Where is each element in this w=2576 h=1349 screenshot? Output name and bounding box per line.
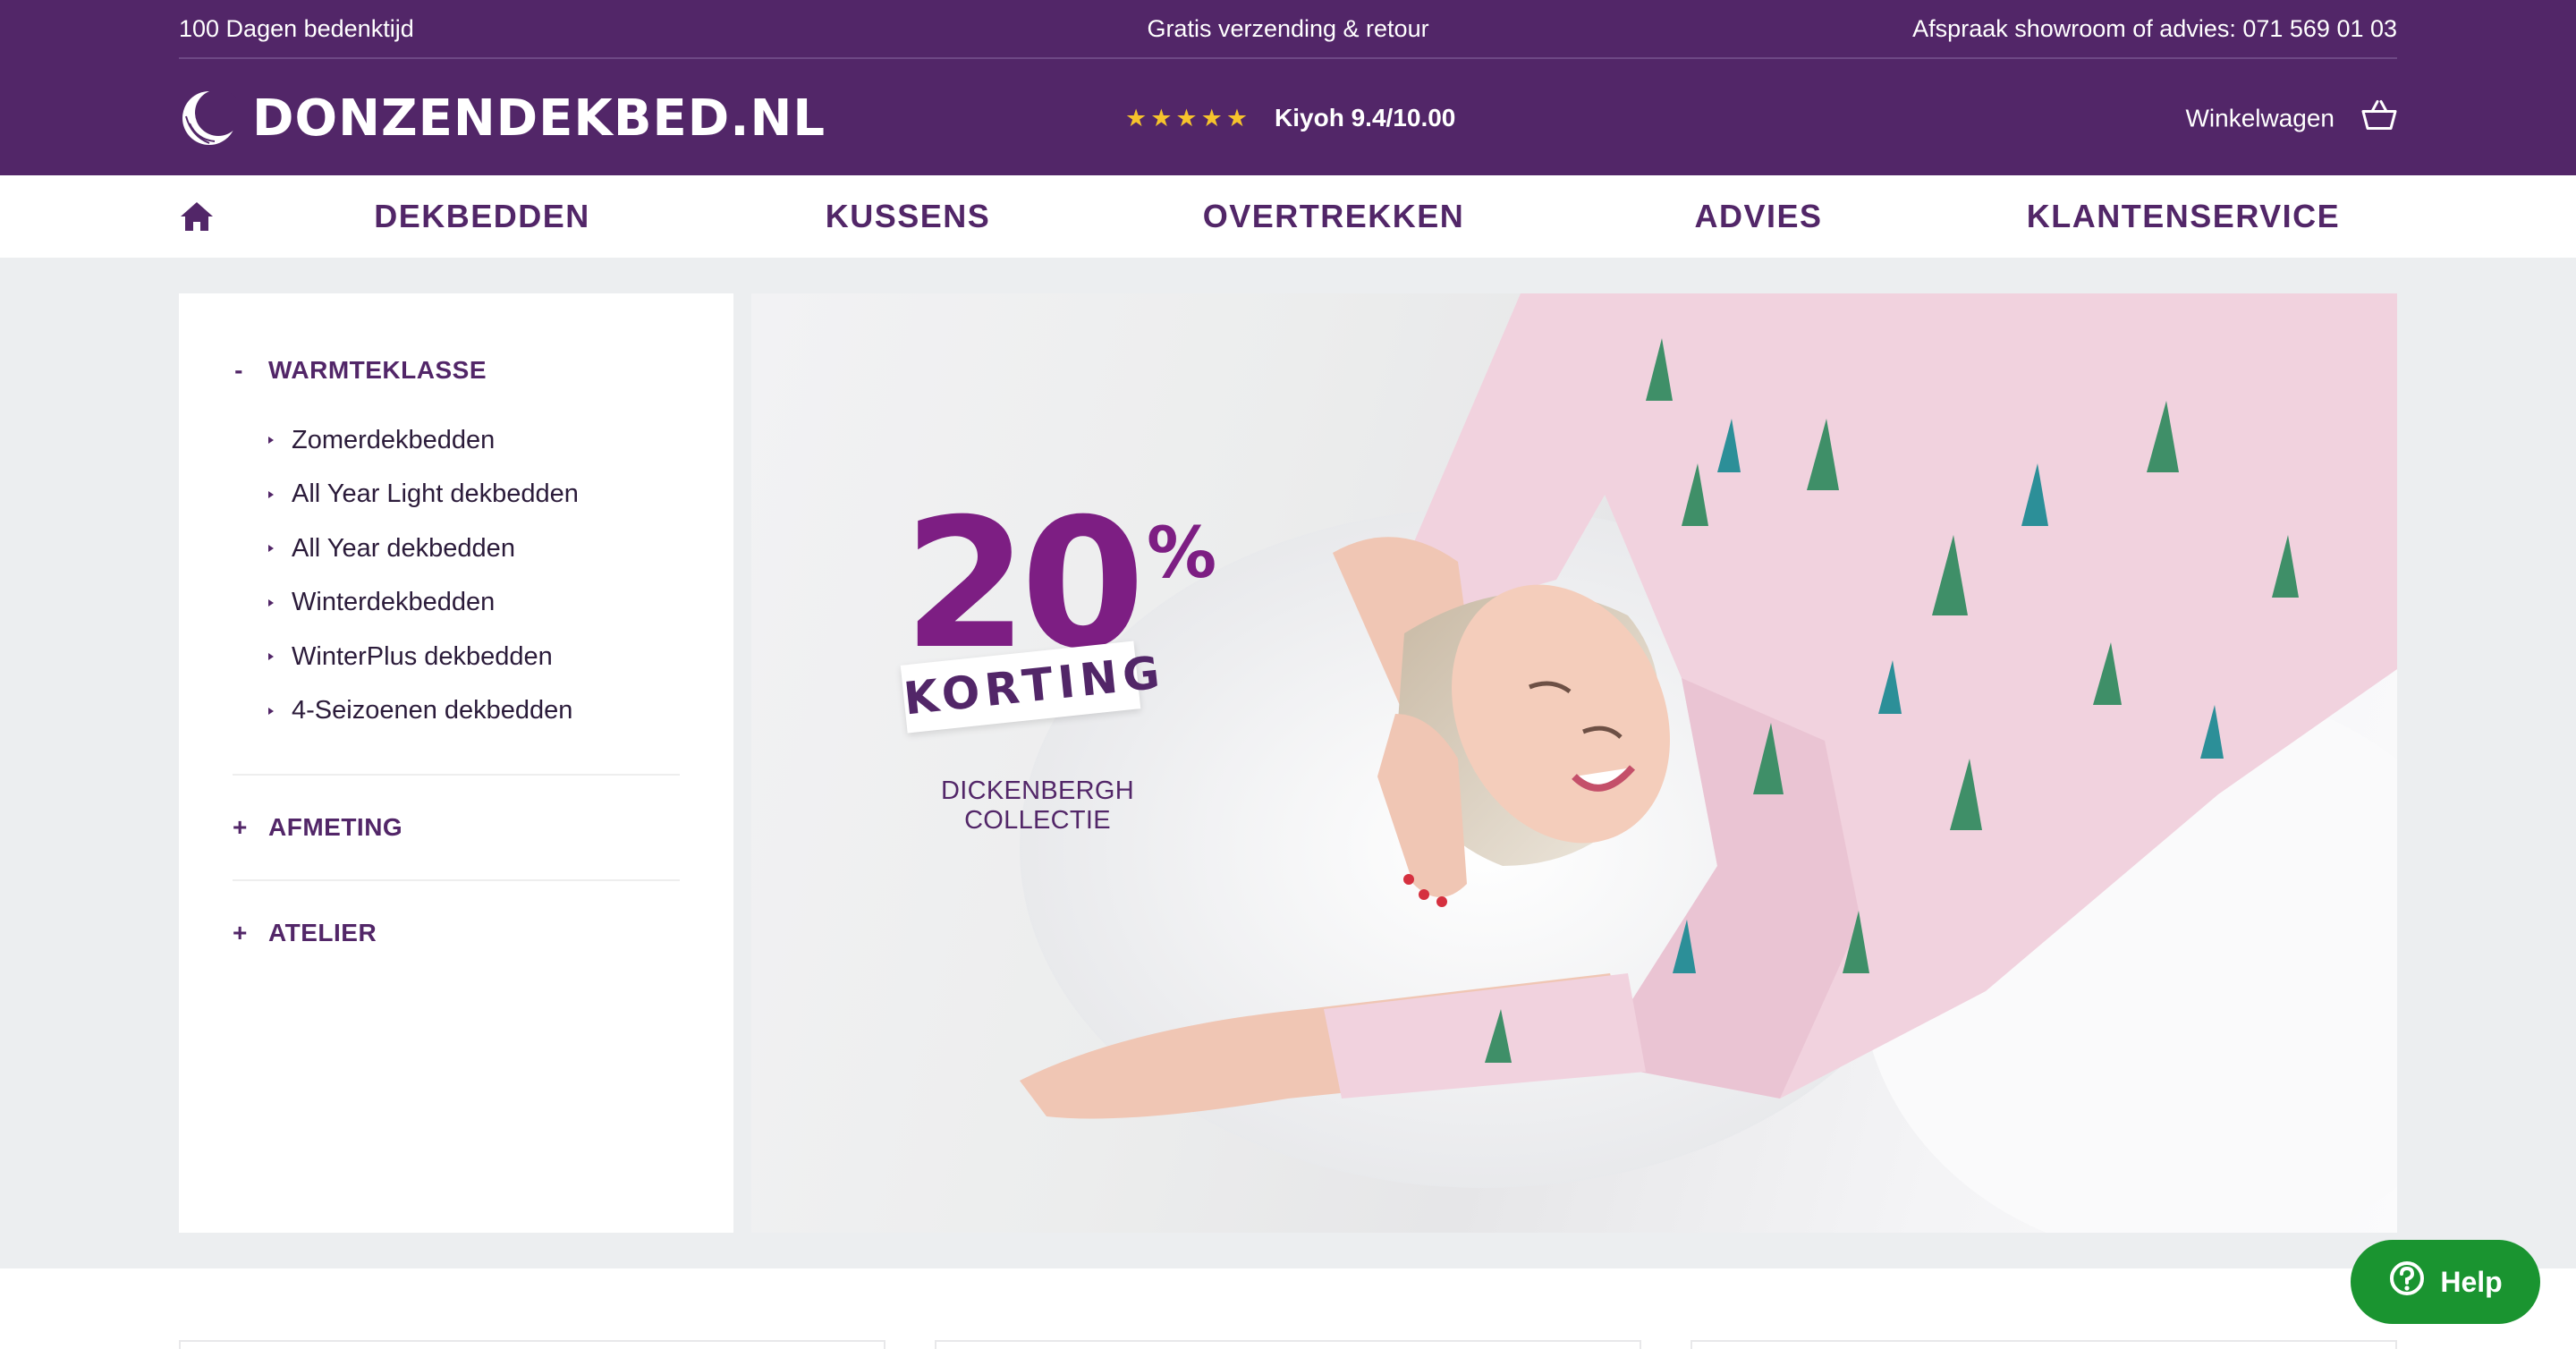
brand-row: DONZENDEKBED.NL ★★★★★ Kiyoh 9.4/10.00 Wi…	[179, 61, 2397, 175]
cart-button[interactable]: Winkelwagen	[2185, 99, 2397, 138]
warmteklasse-list: Zomerdekbedden All Year Light dekbedden …	[233, 413, 680, 738]
question-circle-icon	[2388, 1260, 2426, 1304]
rating-stars: ★★★★★	[1125, 104, 1252, 132]
crescent-moon-icon	[179, 88, 242, 148]
usp-trial-period: 100 Dagen bedenktijd	[179, 14, 414, 42]
filter-sidebar: - WARMTEKLASSE Zomerdekbedden All Year L…	[179, 293, 733, 1233]
list-item[interactable]: All Year Light dekbedden	[268, 468, 680, 522]
cart-label: Winkelwagen	[2185, 104, 2334, 132]
hero-banner[interactable]: 20 % KORTING DICKENBERGH COLLECTIE	[751, 293, 2397, 1233]
promo-percent-sign: %	[1147, 513, 1217, 594]
list-item[interactable]: Winterdekbedden	[268, 576, 680, 631]
usp-showroom-phone[interactable]: Afspraak showroom of advies: 071 569 01 …	[1657, 15, 2397, 43]
hero-photo	[1020, 293, 2397, 1233]
list-item-label: Zomerdekbedden	[292, 425, 496, 454]
expand-sign: +	[233, 919, 248, 946]
list-item-label: All Year dekbedden	[292, 533, 515, 563]
bullet-icon	[268, 545, 274, 553]
divider	[233, 774, 680, 776]
bullet-icon	[268, 490, 274, 498]
list-item-label: WinterPlus dekbedden	[292, 641, 553, 671]
filter-title: WARMTEKLASSE	[268, 356, 487, 384]
bullet-icon	[268, 653, 274, 661]
site-header: 100 Dagen bedenktijd Gratis verzending &…	[0, 0, 2576, 175]
filter-warmteklasse-toggle[interactable]: - WARMTEKLASSE	[233, 356, 680, 385]
nav-klantenservice[interactable]: KLANTENSERVICE	[2027, 175, 2340, 258]
list-item-label: 4-Seizoenen dekbedden	[292, 696, 573, 725]
filter-title: ATELIER	[268, 919, 377, 946]
kiyoh-rating[interactable]: ★★★★★ Kiyoh 9.4/10.00	[1125, 104, 1455, 132]
nav-dekbedden[interactable]: DEKBEDDEN	[374, 175, 590, 258]
list-item[interactable]: WinterPlus dekbedden	[268, 630, 680, 684]
bullet-icon	[268, 707, 274, 715]
basket-icon	[2361, 99, 2397, 138]
product-card[interactable]	[935, 1340, 1641, 1349]
rating-score: Kiyoh 9.4/10.00	[1275, 104, 1456, 132]
product-card[interactable]	[179, 1340, 886, 1349]
list-item[interactable]: All Year dekbedden	[268, 522, 680, 576]
filter-afmeting-toggle[interactable]: + AFMETING	[233, 810, 680, 845]
main-nav: DEKBEDDEN KUSSENS OVERTREKKEN ADVIES KLA…	[0, 175, 2576, 258]
list-item[interactable]: Zomerdekbedden	[268, 413, 680, 468]
usp-free-shipping: Gratis verzending & retour	[1147, 14, 1429, 42]
help-button[interactable]: Help	[2351, 1240, 2540, 1324]
expand-sign: +	[233, 813, 248, 841]
promo-collection-title[interactable]: DICKENBERGH COLLECTIE	[877, 776, 1199, 836]
usp-bar: 100 Dagen bedenktijd Gratis verzending &…	[179, 0, 2397, 59]
home-icon[interactable]	[179, 200, 215, 233]
nav-overtrekken[interactable]: OVERTREKKEN	[1203, 175, 1465, 258]
list-item[interactable]: 4-Seizoenen dekbedden	[268, 684, 680, 739]
collapse-sign: -	[234, 356, 243, 384]
divider	[233, 879, 680, 881]
brand-name: DONZENDEKBED.NL	[252, 89, 826, 148]
nav-advies[interactable]: ADVIES	[1694, 175, 1822, 258]
filter-title: AFMETING	[268, 813, 403, 841]
product-card[interactable]	[1690, 1340, 2397, 1349]
list-item-label: All Year Light dekbedden	[292, 479, 579, 509]
list-item-label: Winterdekbedden	[292, 588, 496, 617]
site-logo[interactable]: DONZENDEKBED.NL	[179, 88, 826, 148]
content-area	[0, 1268, 2576, 1349]
help-label: Help	[2440, 1265, 2503, 1298]
nav-kussens[interactable]: KUSSENS	[826, 175, 991, 258]
filter-atelier-toggle[interactable]: + ATELIER	[233, 915, 680, 951]
bullet-icon	[268, 437, 274, 445]
bullet-icon	[268, 598, 274, 607]
